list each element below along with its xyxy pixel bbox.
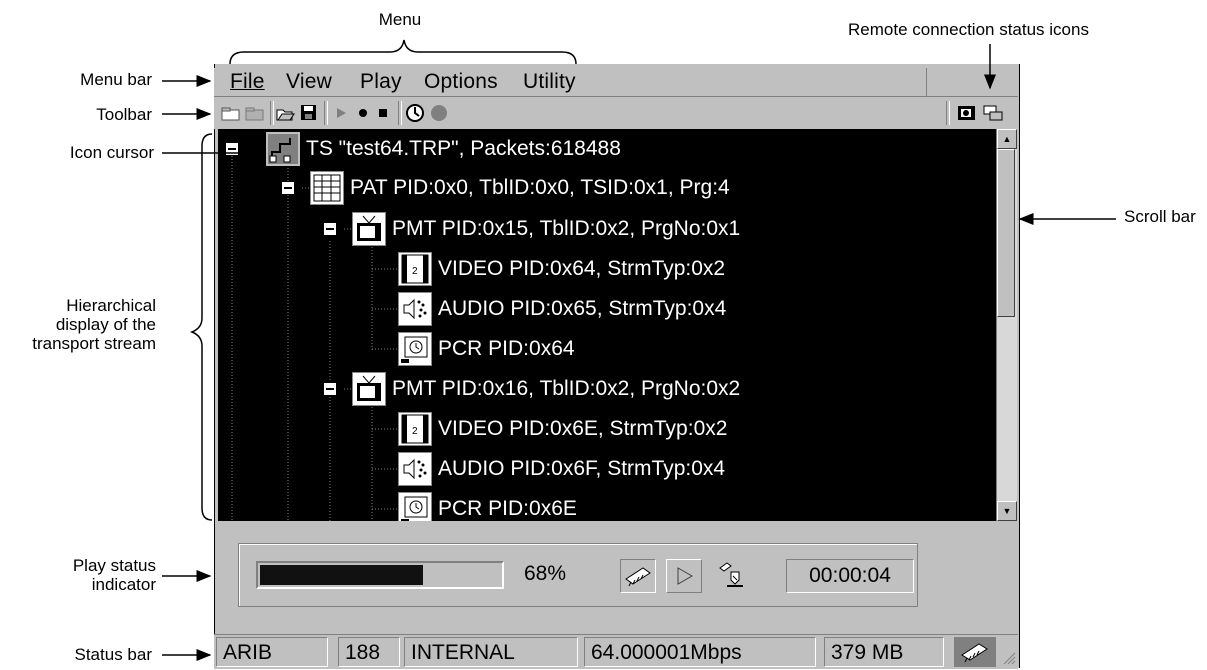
progress-percent: 68% xyxy=(524,562,567,585)
clock-icon xyxy=(398,492,432,521)
status-clock-source: INTERNAL xyxy=(404,637,578,667)
film-icon: 2 xyxy=(398,252,432,286)
status-standard: ARIB xyxy=(216,637,328,667)
tree-node-video-2[interactable]: 2 VIDEO PID:0x6E, StrmTyp:0x2 xyxy=(398,412,727,446)
hierarchical-line: display of the xyxy=(55,315,156,334)
collapse-toggle-pmt-1[interactable] xyxy=(323,222,337,236)
menu-bar-callout: Menu bar xyxy=(80,70,152,89)
menu-bar: File View Play Options Utility xyxy=(214,68,926,96)
tree-node-label: TS "test64.TRP", Packets:618488 xyxy=(306,137,621,160)
tv-icon xyxy=(352,212,386,246)
menu-utility[interactable]: Utility xyxy=(523,70,576,94)
tree-node-pmt-2[interactable]: PMT PID:0x16, TblID:0x2, PrgNo:0x2 xyxy=(352,372,740,406)
toolbar xyxy=(214,96,1018,129)
pat-table-icon xyxy=(310,171,344,205)
clock-icon xyxy=(398,332,432,366)
remote-camera-icon xyxy=(956,102,978,124)
play-status-callout: Play status indicator xyxy=(30,556,156,594)
svg-text:2: 2 xyxy=(412,426,418,437)
transport-stream-tree[interactable]: TS "test64.TRP", Packets:618488 PAT PID:… xyxy=(218,129,996,521)
menu-play-label: Play xyxy=(360,70,402,93)
speaker-icon xyxy=(398,452,432,486)
status-light-icon[interactable] xyxy=(428,102,450,124)
output-chip-icon xyxy=(714,558,750,592)
elapsed-time: 00:00:04 xyxy=(786,559,914,593)
menu-play[interactable]: Play xyxy=(360,70,402,94)
open-file-icon[interactable] xyxy=(274,102,296,124)
menu-options-label: Options xyxy=(424,70,498,93)
menu-file[interactable]: File xyxy=(230,70,265,94)
progress-fill xyxy=(260,565,423,585)
status-bar-callout: Status bar xyxy=(74,645,153,664)
tree-node-audio-1[interactable]: AUDIO PID:0x65, StrmTyp:0x4 xyxy=(398,292,726,326)
hierarchical-line: transport stream xyxy=(32,334,156,353)
remote-network-icon xyxy=(982,102,1004,124)
tree-node-label: AUDIO PID:0x6F, StrmTyp:0x4 xyxy=(438,457,726,480)
status-rate: 64.000001Mbps xyxy=(584,637,816,667)
menu-view[interactable]: View xyxy=(286,70,332,94)
tree-node-video-1[interactable]: 2 VIDEO PID:0x64, StrmTyp:0x2 xyxy=(398,252,725,286)
scroll-thumb[interactable] xyxy=(997,149,1015,317)
tree-node-label: PCR PID:0x6E xyxy=(438,497,577,520)
tree-node-label: AUDIO PID:0x65, StrmTyp:0x4 xyxy=(438,297,727,320)
save-icon[interactable] xyxy=(298,102,320,124)
tree-node-audio-2[interactable]: AUDIO PID:0x6F, StrmTyp:0x4 xyxy=(398,452,725,486)
scroll-up-button[interactable]: ▲ xyxy=(997,129,1017,149)
tv-icon xyxy=(352,372,386,406)
tree-node-pcr-2[interactable]: PCR PID:0x6E xyxy=(398,492,577,521)
collapse-toggle-pmt-2[interactable] xyxy=(323,382,337,396)
play-button[interactable] xyxy=(666,559,702,593)
resize-grip[interactable] xyxy=(1000,649,1016,665)
ts-icon xyxy=(266,132,300,166)
svg-text:2: 2 xyxy=(412,266,418,277)
record-icon[interactable] xyxy=(352,102,374,124)
menu-file-label: File xyxy=(230,70,265,93)
menu-options[interactable]: Options xyxy=(424,70,498,94)
progress-bar xyxy=(256,561,504,589)
hierarchical-line: Hierarchical xyxy=(66,296,156,315)
collapse-toggle-ts[interactable] xyxy=(225,142,239,156)
stop-icon[interactable] xyxy=(372,102,394,124)
tree-node-label: VIDEO PID:0x6E, StrmTyp:0x2 xyxy=(438,417,728,440)
hierarchical-callout: Hierarchical display of the transport st… xyxy=(0,296,156,353)
status-bar: ARIB 188 INTERNAL 64.000001Mbps 379 MB xyxy=(214,634,1018,669)
new-icon[interactable] xyxy=(220,102,242,124)
tree-node-ts[interactable]: TS "test64.TRP", Packets:618488 xyxy=(266,132,621,166)
status-packet-size: 188 xyxy=(338,637,400,667)
icon-cursor-callout: Icon cursor xyxy=(69,143,154,162)
status-size: 379 MB xyxy=(824,637,944,667)
tree-node-label: PMT PID:0x15, TblID:0x2, PrgNo:0x1 xyxy=(392,217,741,240)
play-status-line: Play status xyxy=(72,556,156,575)
vertical-scrollbar[interactable]: ▲ ▼ xyxy=(996,129,1017,521)
memory-chip-icon xyxy=(620,559,656,593)
tree-node-pat[interactable]: PAT PID:0x0, TblID:0x0, TSID:0x1, Prg:4 xyxy=(310,171,730,205)
tree-node-label: VIDEO PID:0x64, StrmTyp:0x2 xyxy=(438,257,726,280)
tree-node-label: PMT PID:0x16, TblID:0x2, PrgNo:0x2 xyxy=(392,377,741,400)
tree-node-label: PCR PID:0x64 xyxy=(438,337,575,360)
open-folder-icon[interactable] xyxy=(244,102,266,124)
speaker-icon xyxy=(398,292,432,326)
menu-callout: Menu xyxy=(378,10,422,29)
collapse-toggle-pat[interactable] xyxy=(281,181,295,195)
play-icon[interactable] xyxy=(330,102,352,124)
remote-status-callout: Remote connection status icons xyxy=(848,20,1089,39)
film-icon: 2 xyxy=(398,412,432,446)
menu-view-label: View xyxy=(286,70,332,93)
status-chip-icon xyxy=(954,637,996,667)
tree-node-label: PAT PID:0x0, TblID:0x0, TSID:0x1, Prg:4 xyxy=(350,176,730,199)
toolbar-callout: Toolbar xyxy=(96,105,152,124)
scroll-down-button[interactable]: ▼ xyxy=(997,501,1017,521)
menu-utility-label: Utility xyxy=(523,70,576,93)
tree-node-pmt-1[interactable]: PMT PID:0x15, TblID:0x2, PrgNo:0x1 xyxy=(352,212,740,246)
scroll-bar-callout: Scroll bar xyxy=(1124,207,1196,226)
play-status-line: indicator xyxy=(91,575,156,594)
timer-icon[interactable] xyxy=(404,102,426,124)
menu-bar-corner xyxy=(926,68,1019,96)
tree-node-pcr-1[interactable]: PCR PID:0x64 xyxy=(398,332,575,366)
